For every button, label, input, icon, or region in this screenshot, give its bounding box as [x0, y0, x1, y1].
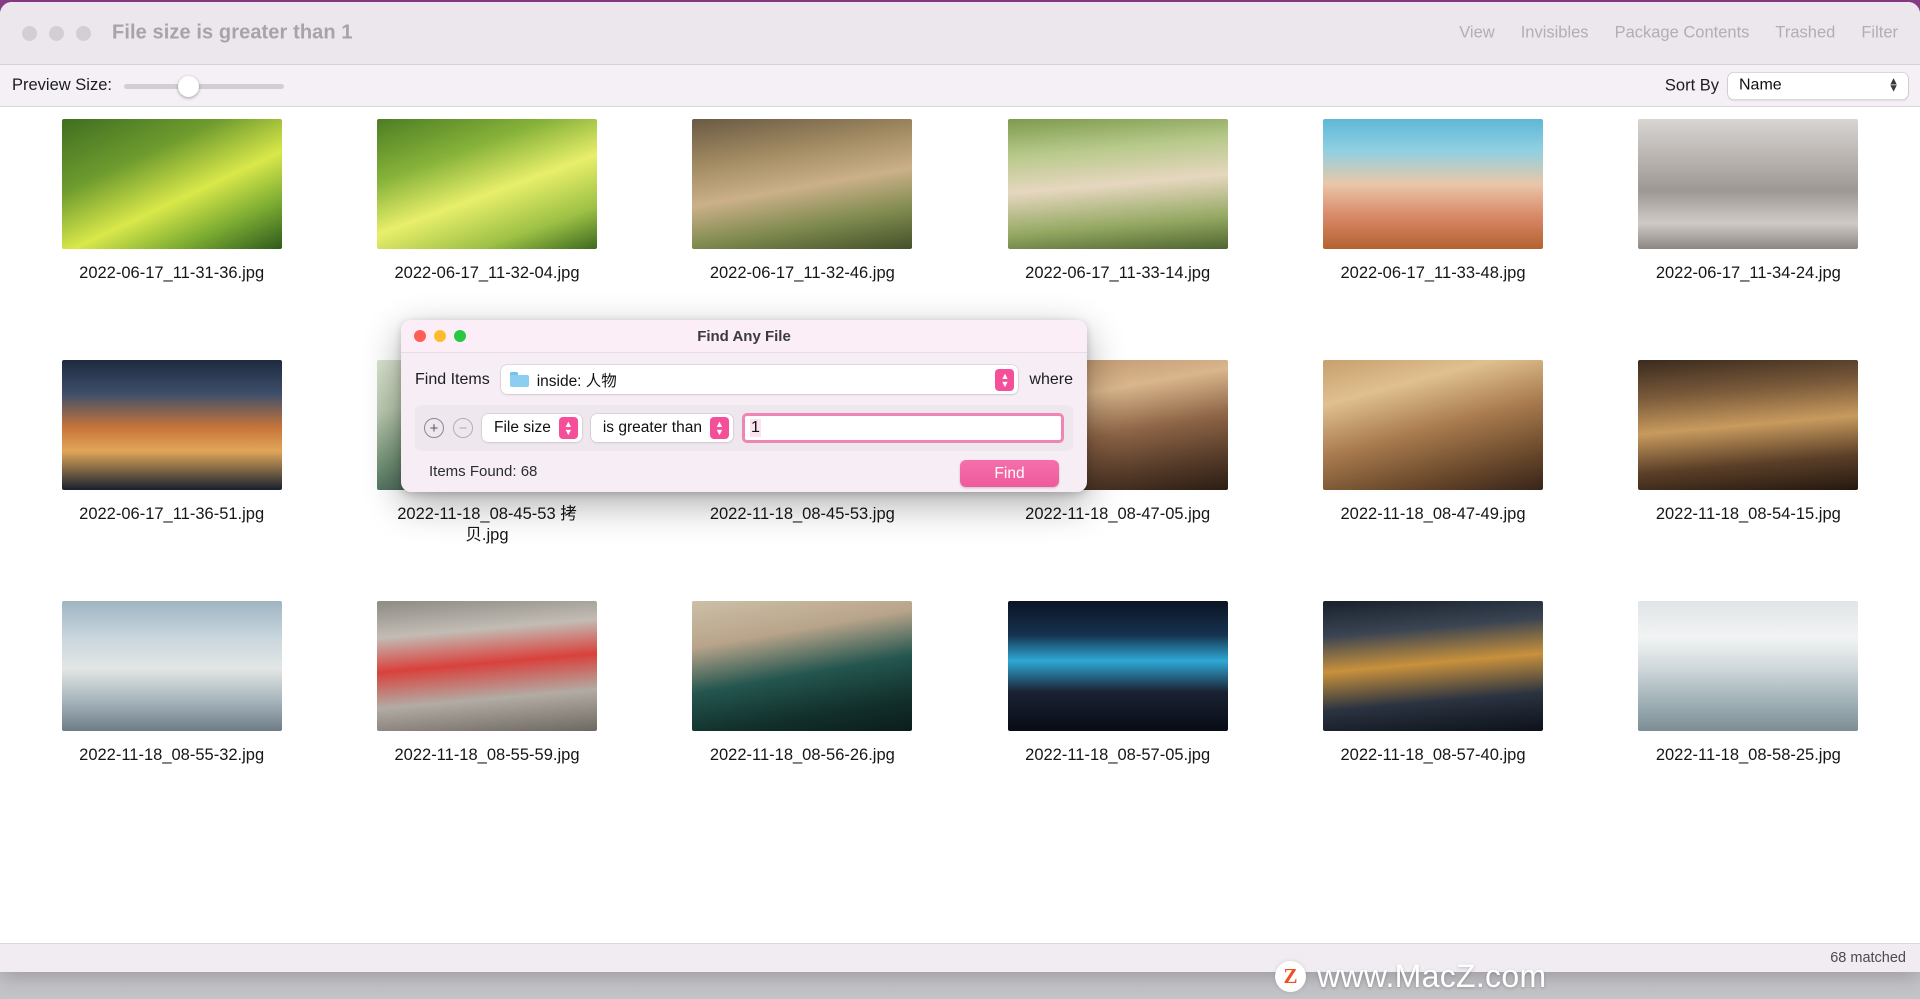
file-name-label: 2022-11-18_08-47-05.jpg — [1025, 505, 1211, 523]
file-thumbnail[interactable] — [61, 360, 282, 490]
file-thumbnail[interactable] — [1638, 360, 1859, 490]
remove-criteria-button[interactable]: − — [453, 418, 473, 438]
sort-by-control: Sort By Name ▲ ▼ — [1665, 72, 1908, 99]
dialog-titlebar: Find Any File — [401, 320, 1087, 353]
menu-item-view[interactable]: View — [1459, 24, 1494, 43]
file-thumbnail[interactable] — [1322, 360, 1543, 490]
page-title: File size is greater than 1 — [112, 21, 353, 44]
comparator-select[interactable]: is greater than ▲ ▼ — [590, 414, 733, 442]
window-traffic-lights[interactable] — [22, 25, 91, 41]
window-menu: View Invisibles Package Contents Trashed… — [1459, 24, 1898, 43]
file-thumbnail[interactable] — [376, 601, 597, 731]
file-name-label: 2022-11-18_08-47-49.jpg — [1340, 505, 1526, 523]
criteria-value-input[interactable]: 1 — [741, 413, 1064, 443]
file-name-label: 2022-06-17_11-36-51.jpg — [79, 505, 265, 523]
dialog-body: Find Items inside: 人物 ▲ ▼ where + − File … — [401, 353, 1087, 487]
criteria-row: + − File size ▲ ▼ is greater than ▲ ▼ 1 — [415, 405, 1073, 451]
menu-item-trashed[interactable]: Trashed — [1775, 24, 1835, 43]
sort-by-select[interactable]: Name ▲ ▼ — [1728, 72, 1908, 99]
results-toolbar: Preview Size: Sort By Name ▲ ▼ — [0, 65, 1920, 107]
status-bar: 68 matched — [0, 943, 1920, 972]
preview-size-slider[interactable] — [123, 75, 284, 97]
file-name-label: 2022-06-17_11-33-14.jpg — [1025, 264, 1211, 282]
file-grid-item[interactable]: 2022-11-18_08-47-49.jpg — [1275, 360, 1590, 601]
file-thumbnail[interactable] — [376, 119, 597, 249]
preview-size-label: Preview Size: — [12, 76, 112, 94]
file-grid-item[interactable]: 2022-06-17_11-33-48.jpg — [1275, 119, 1590, 360]
file-grid-item[interactable]: 2022-06-17_11-31-36.jpg — [14, 119, 329, 360]
comparator-value: is greater than — [602, 419, 702, 436]
file-grid-item[interactable]: 2022-11-18_08-55-32.jpg — [14, 601, 329, 842]
file-grid-item[interactable]: 2022-11-18_08-54-15.jpg — [1591, 360, 1906, 601]
attribute-chevron-updown-icon[interactable]: ▲ ▼ — [558, 417, 578, 439]
sort-by-label: Sort By — [1664, 76, 1719, 94]
file-name-label: 2022-06-17_11-32-04.jpg — [394, 264, 580, 282]
file-grid-item[interactable]: 2022-06-17_11-34-24.jpg — [1591, 119, 1906, 360]
file-name-label: 2022-11-18_08-57-05.jpg — [1025, 746, 1211, 764]
file-grid-item[interactable]: 2022-11-18_08-56-26.jpg — [645, 601, 960, 842]
minimize-icon[interactable] — [49, 25, 64, 41]
file-name-label: 2022-06-17_11-32-46.jpg — [709, 264, 895, 282]
file-thumbnail[interactable] — [692, 119, 913, 249]
sort-by-value: Name — [1739, 76, 1782, 94]
file-name-label: 2022-11-18_08-57-40.jpg — [1340, 746, 1526, 764]
zoom-icon[interactable] — [76, 25, 91, 41]
file-grid-item[interactable]: 2022-11-18_08-55-59.jpg — [329, 601, 644, 842]
file-grid-item[interactable]: 2022-11-18_08-57-05.jpg — [960, 601, 1275, 842]
scope-chevron-updown-icon[interactable]: ▲ ▼ — [995, 368, 1015, 391]
file-grid-item[interactable]: 2022-06-17_11-36-51.jpg — [14, 360, 329, 601]
file-thumbnail[interactable] — [1638, 601, 1859, 731]
status-text: 68 matched — [1830, 950, 1906, 966]
search-scope-select[interactable]: inside: 人物 ▲ ▼ — [500, 365, 1019, 394]
slider-knob[interactable] — [177, 75, 199, 97]
file-thumbnail[interactable] — [61, 119, 282, 249]
file-thumbnail[interactable] — [1638, 119, 1859, 249]
folder-icon — [509, 372, 529, 387]
file-name-label: 2022-11-18_08-56-26.jpg — [709, 746, 895, 764]
menu-item-package-contents[interactable]: Package Contents — [1615, 24, 1750, 43]
file-name-label: 2022-06-17_11-34-24.jpg — [1655, 264, 1841, 282]
file-name-label: 2022-06-17_11-31-36.jpg — [79, 264, 265, 282]
file-name-label: 2022-11-18_08-55-32.jpg — [79, 746, 265, 764]
where-label: where — [1029, 370, 1073, 388]
dialog-footer: Items Found: 68 Find — [415, 460, 1073, 487]
file-thumbnail[interactable] — [1007, 601, 1228, 731]
find-any-file-dialog[interactable]: Find Any File Find Items inside: 人物 ▲ ▼ w… — [401, 320, 1087, 492]
find-items-row: Find Items inside: 人物 ▲ ▼ where — [415, 365, 1073, 394]
file-thumbnail[interactable] — [1322, 119, 1543, 249]
file-thumbnail[interactable] — [692, 601, 913, 731]
file-thumbnail[interactable] — [1322, 601, 1543, 731]
find-button[interactable]: Find — [960, 460, 1059, 487]
add-criteria-button[interactable]: + — [424, 418, 444, 438]
comparator-chevron-updown-icon[interactable]: ▲ ▼ — [709, 417, 729, 439]
items-found-label: Items Found: 68 — [429, 463, 538, 480]
find-items-label: Find Items — [415, 370, 490, 388]
menu-item-filter[interactable]: Filter — [1861, 24, 1898, 43]
chevron-updown-icon: ▲ ▼ — [1888, 75, 1899, 95]
file-name-label: 2022-06-17_11-33-48.jpg — [1340, 264, 1526, 282]
file-thumbnail[interactable] — [1007, 119, 1228, 249]
slider-track — [123, 83, 284, 89]
file-grid-item[interactable]: 2022-11-18_08-58-25.jpg — [1591, 601, 1906, 842]
file-name-label: 2022-11-18_08-54-15.jpg — [1655, 505, 1841, 523]
dialog-title: Find Any File — [697, 327, 791, 345]
close-icon[interactable] — [22, 25, 37, 41]
file-name-label: 2022-11-18_08-45-53 拷贝.jpg — [397, 505, 577, 544]
menu-item-invisibles[interactable]: Invisibles — [1521, 24, 1589, 43]
desktop-background: File size is greater than 1 View Invisib… — [0, 0, 1920, 999]
search-scope-value: inside: 人物 — [536, 372, 617, 390]
file-name-label: 2022-11-18_08-55-59.jpg — [394, 746, 580, 764]
criteria-value-text: 1 — [749, 419, 761, 437]
file-name-label: 2022-11-18_08-58-25.jpg — [1655, 746, 1841, 764]
file-thumbnail[interactable] — [61, 601, 282, 731]
attribute-value: File size — [494, 419, 551, 436]
results-grid-area[interactable]: 2022-06-17_11-31-36.jpg 2022-06-17_11-32-… — [0, 107, 1920, 943]
file-grid-item[interactable]: 2022-11-18_08-57-40.jpg — [1275, 601, 1590, 842]
window-titlebar: File size is greater than 1 View Invisib… — [0, 2, 1920, 65]
attribute-select[interactable]: File size ▲ ▼ — [482, 414, 582, 442]
file-name-label: 2022-11-18_08-45-53.jpg — [709, 505, 895, 523]
